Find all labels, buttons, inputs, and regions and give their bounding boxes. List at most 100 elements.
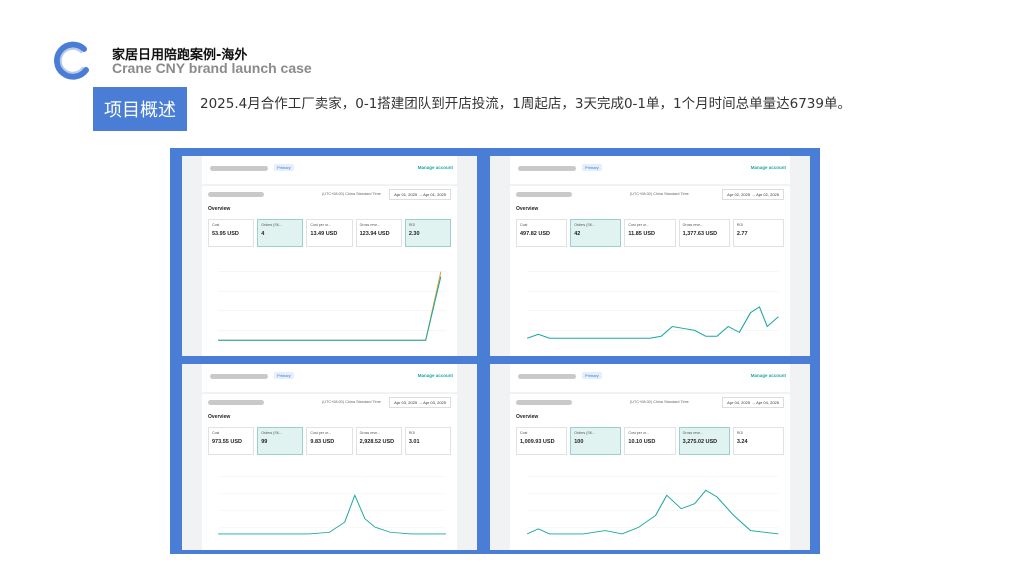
account-name [518,166,576,171]
metric-label: Gross reve... [359,223,381,227]
metric-value: 3.24 [736,439,748,445]
date-range-picker[interactable]: Apr 04, 2025 → Apr 04, 2025 [722,397,784,408]
metric-label: Cost per or... [310,223,331,227]
metric-card[interactable]: Orders (SK... 42 [570,219,622,247]
metric-label: Cost per or... [628,431,649,435]
metric-label: ROI [736,223,744,227]
overview-heading: Overview [208,206,231,212]
dashboard-screenshot: Primary Manage account (UTC+08:00) China… [490,364,810,550]
overview-panel: (UTC+08:00) China Standard Time Apr 02, … [510,186,790,356]
metric-value: 99 [261,439,268,445]
shop-name [516,400,572,405]
account-name [210,166,268,171]
manage-account-link[interactable]: Manage account [751,373,786,378]
date-range-picker[interactable]: Apr 02, 2025 → Apr 02, 2025 [722,189,784,200]
metric-card[interactable]: Gross reve... 2,928.52 USD [355,427,402,455]
metric-card[interactable]: ROI 3.24 [732,427,785,455]
metric-label: Orders (SK... [574,431,596,435]
metric-label: Cost [212,223,220,227]
account-name [210,374,268,379]
metric-value: 497.82 USD [520,231,550,237]
metric-card[interactable]: Cost per or... 13.49 USD [306,219,353,247]
metric-card[interactable]: Cost 497.82 USD [516,219,568,247]
metric-value: 1,009.93 USD [520,439,555,445]
section-badge: 项目概述 [93,87,187,131]
metric-value: 1,377.63 USD [682,231,718,237]
metric-card[interactable]: Gross reve... 123.94 USD [355,219,402,247]
metric-label: Cost [520,431,528,435]
metric-label: Orders (SK... [261,223,283,227]
metric-card[interactable]: Cost 53.95 USD [208,219,255,247]
overview-heading: Overview [516,206,539,212]
shop-name [208,192,264,197]
metric-card[interactable]: Cost per or... 10.10 USD [624,427,676,455]
metric-card[interactable]: ROI 2.30 [404,219,452,247]
primary-badge: Primary [274,164,294,171]
manage-account-link[interactable]: Manage account [751,165,786,170]
date-range-picker[interactable]: Apr 03, 2025 → Apr 03, 2025 [389,397,451,408]
orders-trend-chart [208,252,451,350]
metric-value: 2,928.52 USD [359,439,395,445]
overview-heading: Overview [516,414,539,420]
roi-line [218,271,442,341]
account-bar: Primary Manage account [202,364,457,392]
metric-card[interactable]: Orders (SK... 4 [257,219,304,247]
summary-text: 2025.4月合作工厂卖家，0-1搭建团队到开店投流，1周起店，3天完成0-1单… [200,96,851,112]
metric-value: 4 [261,231,265,237]
metric-value: 42 [574,231,581,237]
metric-label: Cost per or... [628,223,649,227]
screenshot-collage: Primary Manage account (UTC+08:00) China… [170,148,820,554]
metric-label: Cost [212,431,220,435]
dashboard-screenshot: Primary Manage account (UTC+08:00) China… [182,156,477,356]
metric-value: 3,275.02 USD [682,439,718,445]
timezone-label: (UTC+08:00) China Standard Time [630,400,689,404]
metric-value: 13.49 USD [310,231,338,237]
metric-label: Gross reve... [359,431,381,435]
metric-card[interactable]: Gross reve... 1,377.63 USD [678,219,730,247]
metric-card[interactable]: Cost per or... 9.83 USD [306,427,353,455]
timezone-label: (UTC+08:00) China Standard Time [630,192,689,196]
metric-label: Orders (SK... [261,431,283,435]
metric-value: 100 [574,439,584,445]
metric-label: Gross reve... [682,223,704,227]
metric-label: Gross reve... [682,431,704,435]
timezone-label: (UTC+08:00) China Standard Time [322,400,381,404]
metric-card[interactable]: Orders (SK... 100 [570,427,622,455]
orders-line [218,276,442,341]
overview-panel: (UTC+08:00) China Standard Time Apr 03, … [202,394,457,550]
metric-cards: Cost 53.95 USD Orders (SK... 4 Cost per or… [208,219,452,247]
overview-panel: (UTC+08:00) China Standard Time Apr 01, … [202,186,457,356]
account-bar: Primary Manage account [510,156,790,184]
metric-card[interactable]: Gross reve... 3,275.02 USD [678,427,730,455]
metric-value: 10.10 USD [628,439,656,445]
shop-name [208,400,264,405]
orders-line [218,493,446,535]
metric-card[interactable]: ROI 2.77 [732,219,785,247]
metric-value: 9.83 USD [310,439,335,445]
metric-value: 3.01 [408,439,420,445]
timezone-label: (UTC+08:00) China Standard Time [322,192,381,196]
primary-badge: Primary [274,372,294,379]
metric-label: Orders (SK... [574,223,596,227]
metric-value: 53.95 USD [212,231,239,237]
metric-label: ROI [736,431,744,435]
manage-account-link[interactable]: Manage account [418,373,453,378]
orders-trend-chart [208,460,451,544]
primary-badge: Primary [582,372,602,379]
metric-card[interactable]: Orders (SK... 99 [257,427,304,455]
dashboard-screenshot: Primary Manage account (UTC+08:00) China… [182,364,477,550]
metric-card[interactable]: ROI 3.01 [404,427,452,455]
metric-card[interactable]: Cost 1,009.93 USD [516,427,568,455]
metric-value: 2.30 [408,231,420,237]
metric-label: ROI [408,431,416,435]
manage-account-link[interactable]: Manage account [418,165,453,170]
metric-value: 11.85 USD [628,231,656,237]
logo-icon [54,41,89,80]
account-name [518,374,576,379]
orders-trend-chart [516,460,784,544]
metric-card[interactable]: Cost per or... 11.85 USD [624,219,676,247]
metric-label: ROI [408,223,416,227]
metric-card[interactable]: Cost 973.55 USD [208,427,255,455]
date-range-picker[interactable]: Apr 01, 2025 → Apr 01, 2025 [389,189,451,200]
metric-cards: Cost 973.55 USD Orders (SK... 99 Cost per … [208,427,452,455]
